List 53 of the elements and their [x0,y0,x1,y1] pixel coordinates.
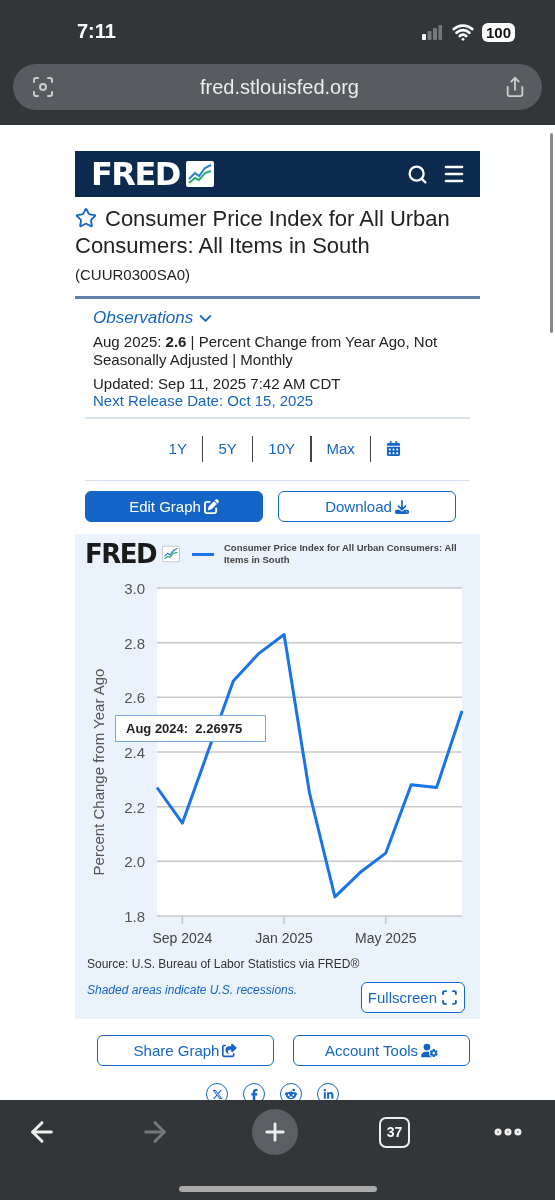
y-tick-label: 1.8 [124,908,145,925]
calendar-icon[interactable] [386,441,402,456]
range-link[interactable]: 5Y [203,440,252,457]
new-tab-button[interactable] [252,1109,298,1155]
share-graph-button[interactable]: Share Graph [97,1035,274,1066]
next-release-link[interactable]: Next Release Date: Oct 15, 2025 [93,393,314,409]
range-link[interactable]: 1Y [153,440,202,457]
address-bar[interactable]: fred.stlouisfed.org [13,64,542,110]
y-tick-label: 2.6 [124,689,145,707]
tab-count-button[interactable]: 37 [379,1116,410,1148]
y-axis-label: Percent Change from Year Ago [90,668,107,876]
battery-level: 100 [481,22,515,42]
updated-text: Updated: Sep 11, 2025 7:42 AM CDT [93,375,342,393]
tooltip: Aug 2024: 2.26975 [115,715,266,742]
graph-logo: FRED [85,539,157,569]
y-tick-label: 2.0 [124,853,145,871]
edit-graph-button[interactable]: Edit Graph [85,491,263,522]
search-icon[interactable] [407,163,428,185]
clock: 7:11 [77,19,117,44]
edit-icon [203,499,219,514]
x-tick-label: Sep 2024 [152,930,213,946]
user-gear-icon [421,1042,439,1059]
share-icon [222,1043,238,1058]
y-tick-label: 2.4 [124,744,145,761]
x-tick-label: May 2025 [355,930,417,946]
y-tick-label: 3.0 [124,580,145,597]
y-tick-label: 2.2 [124,798,145,816]
star-icon[interactable] [75,207,97,229]
range-link[interactable]: 10Y [253,440,311,457]
lens-icon[interactable] [31,75,55,99]
account-tools-button[interactable]: Account Tools [293,1035,470,1066]
fullscreen-icon [441,989,458,1006]
observations-toggle[interactable]: Observations [93,307,216,329]
wifi-icon [451,21,474,43]
series-title: Consumer Price Index for All Urban Consumers: All Items in South [75,205,451,259]
latest-observation: Aug 2025: 2.6 | Percent Change from Year Ago, Not Seasonally Adjusted | Monthly [93,333,439,369]
download-icon [394,499,409,514]
legend-label: Consumer Price Index for All Urban Consumers: All Items in South [224,542,458,566]
signal-icon [421,24,442,40]
download-button[interactable]: Download [278,491,456,522]
x-tick-label: Jan 2025 [255,930,313,946]
chart-logo-icon [162,544,180,564]
share-icon[interactable] [504,76,526,98]
chart-logo-icon[interactable] [185,161,214,187]
range-link[interactable]: Max [311,440,370,457]
source-text: Source: U.S. Bureau of Labor Statistics via FRED® [86,956,361,972]
recession-note: Shaded areas indicate U.S. recessions. [87,983,298,997]
y-tick-label: 2.8 [124,634,145,652]
fullscreen-button[interactable]: Fullscreen [360,982,465,1013]
logo-text[interactable]: FRED [91,155,180,193]
legend-swatch [192,552,214,556]
series-id: (CUUR0300SA0) [75,265,192,285]
url-text[interactable]: fred.stlouisfed.org [55,75,504,99]
